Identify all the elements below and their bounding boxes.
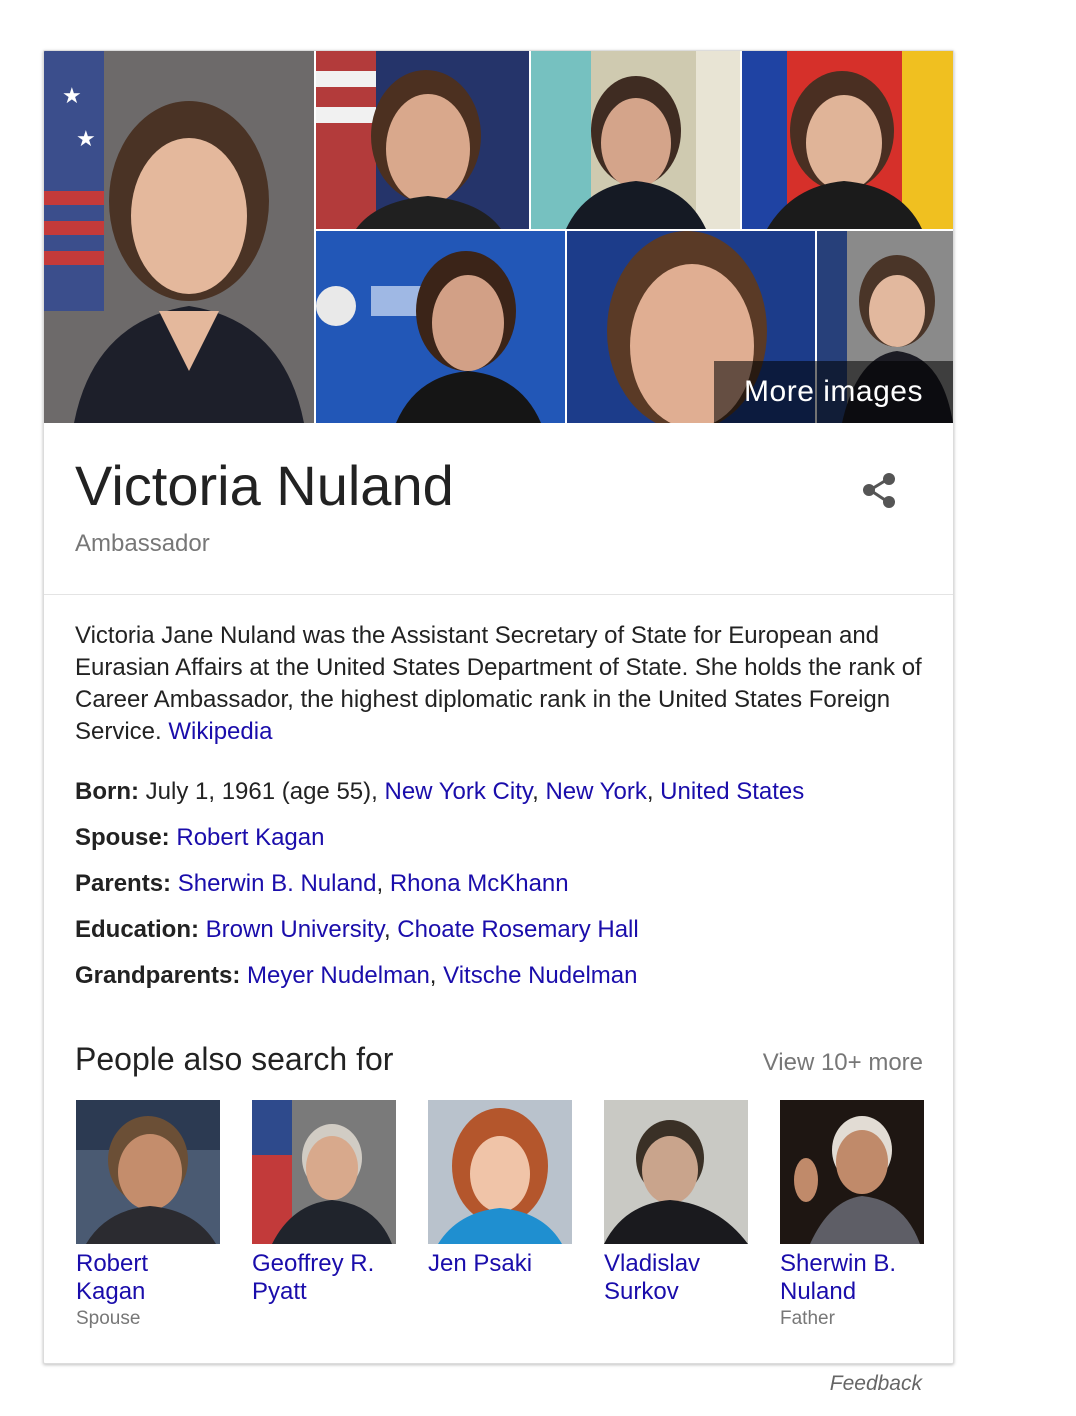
facts-list: Born: July 1, 1961 (age 55), New York Ci… [75, 774, 935, 1004]
separator: , [429, 962, 444, 989]
image-tile-3[interactable] [531, 51, 740, 229]
fact-link-brown-university[interactable]: Brown University [206, 916, 384, 943]
entity-description: Victoria Jane Nuland was the Assistant S… [75, 620, 925, 748]
portrait-image [531, 51, 740, 229]
separator: , [532, 778, 546, 805]
fact-link-rhona-mckhann[interactable]: Rhona McKhann [390, 870, 569, 897]
person-relation: Father [780, 1308, 835, 1329]
entity-title: Victoria Nuland [75, 454, 454, 517]
divider [44, 594, 953, 595]
person-relation: Spouse [76, 1308, 141, 1329]
portrait-image [742, 51, 953, 229]
image-tile-5[interactable] [316, 231, 565, 423]
fact-label: Spouse: [75, 824, 170, 851]
person-card[interactable]: Jen Psaki [428, 1100, 574, 1280]
fact-born: Born: July 1, 1961 (age 55), New York Ci… [75, 774, 935, 820]
person-card[interactable]: Robert Kagan Spouse [76, 1100, 222, 1330]
fact-label: Grandparents: [75, 962, 241, 989]
portrait-image: ★ ★ [44, 51, 314, 423]
person-name[interactable]: Robert Kagan [76, 1250, 222, 1306]
person-photo [76, 1100, 220, 1244]
entity-subtitle: Ambassador [75, 530, 210, 557]
fact-link-united-states[interactable]: United States [660, 778, 804, 805]
person-name[interactable]: Vladislav Surkov [604, 1250, 750, 1306]
fact-link-choate-rosemary-hall[interactable]: Choate Rosemary Hall [397, 916, 638, 943]
feedback-link[interactable]: Feedback [830, 1372, 922, 1396]
person-card[interactable]: Sherwin B. Nuland Father [780, 1100, 926, 1330]
fact-label: Education: [75, 916, 199, 943]
portrait-image [316, 51, 529, 229]
svg-text:★: ★ [76, 126, 96, 151]
person-name[interactable]: Jen Psaki [428, 1250, 574, 1278]
portrait-image [316, 231, 565, 423]
image-mosaic: ★ ★ More images [44, 51, 953, 423]
fact-link-vitsche-nudelman[interactable]: Vitsche Nudelman [443, 962, 637, 989]
fact-label: Born: [75, 778, 139, 805]
person-name[interactable]: Geoffrey R. Pyatt [252, 1250, 398, 1306]
fact-link-new-york[interactable]: New York [545, 778, 646, 805]
separator: , [646, 778, 661, 805]
share-icon [863, 473, 895, 508]
share-button[interactable] [858, 469, 902, 513]
fact-spouse: Spouse: Robert Kagan [75, 820, 935, 866]
image-tile-main[interactable]: ★ ★ [44, 51, 314, 423]
separator: , [376, 870, 390, 897]
person-photo [780, 1100, 924, 1244]
image-tile-2[interactable] [316, 51, 529, 229]
person-card[interactable]: Vladislav Surkov [604, 1100, 750, 1308]
fact-label: Parents: [75, 870, 172, 897]
fact-link-new-york-city[interactable]: New York City [384, 778, 532, 805]
view-more-link[interactable]: View 10+ more [763, 1049, 923, 1077]
image-tile-4[interactable] [742, 51, 953, 229]
fact-value: July 1, 1961 (age 55), [145, 778, 378, 805]
person-name[interactable]: Sherwin B. Nuland [780, 1250, 926, 1306]
person-photo [252, 1100, 396, 1244]
fact-parents: Parents: Sherwin B. Nuland, Rhona McKhan… [75, 866, 935, 912]
fact-link-meyer-nudelman[interactable]: Meyer Nudelman [247, 962, 430, 989]
wikipedia-link[interactable]: Wikipedia [168, 718, 272, 745]
fact-education: Education: Brown University, Choate Rose… [75, 912, 935, 958]
fact-link-sherwin-nuland[interactable]: Sherwin B. Nuland [178, 870, 377, 897]
fact-grandparents: Grandparents: Meyer Nudelman, Vitsche Nu… [75, 958, 935, 1004]
person-photo [604, 1100, 748, 1244]
person-photo [428, 1100, 572, 1244]
fact-link-robert-kagan[interactable]: Robert Kagan [176, 824, 324, 851]
more-images-button[interactable]: More images [714, 361, 953, 423]
people-also-search-title: People also search for [75, 1041, 394, 1077]
people-carousel: Robert Kagan Spouse Geoffrey R. Pyatt Je… [76, 1100, 936, 1340]
separator: , [383, 916, 398, 943]
knowledge-panel: ★ ★ More images Victoria Nuland Ambassad… [43, 50, 954, 1364]
person-card[interactable]: Geoffrey R. Pyatt [252, 1100, 398, 1308]
svg-text:★: ★ [62, 83, 82, 108]
